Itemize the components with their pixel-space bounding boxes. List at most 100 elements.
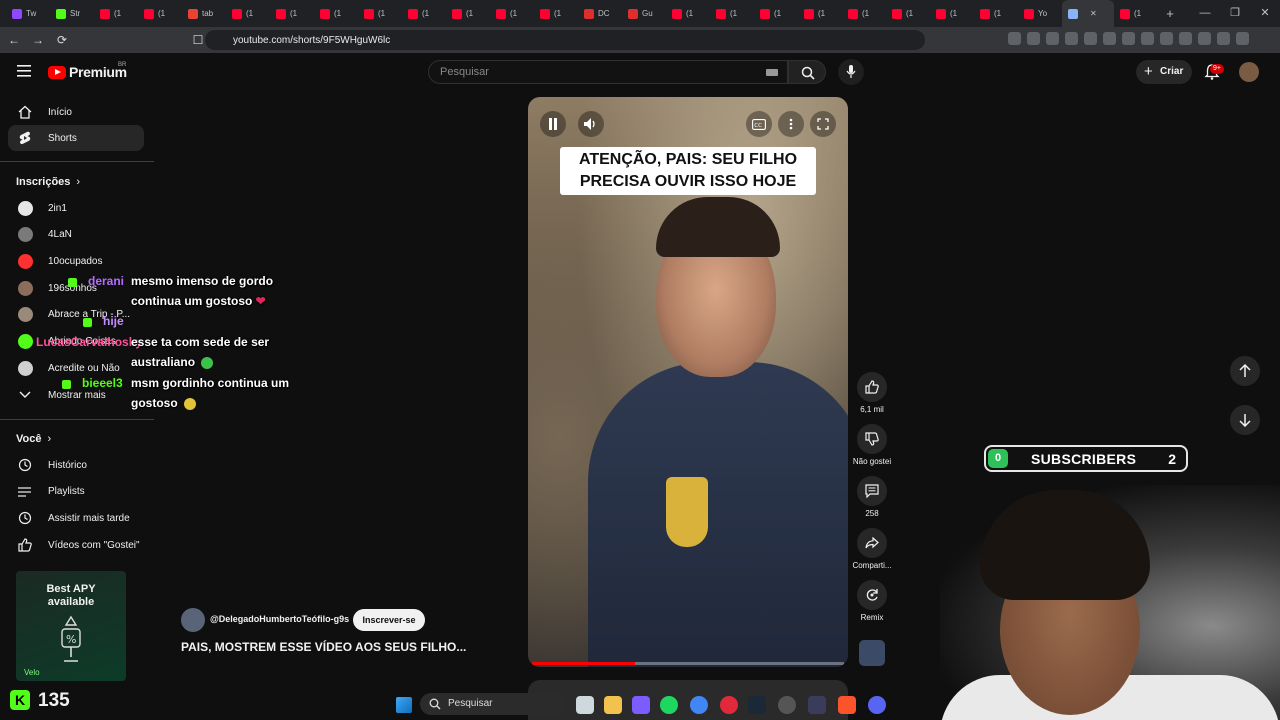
browser-tab[interactable]: (1	[974, 0, 1018, 27]
sidebar-item-home[interactable]: Início	[8, 99, 144, 125]
search-input[interactable]: Pesquisar	[428, 60, 788, 84]
browser-tab[interactable]: (1	[534, 0, 578, 27]
channel-avatar[interactable]	[181, 608, 205, 632]
brave-icon[interactable]	[838, 696, 856, 714]
task-view-icon[interactable]	[576, 696, 594, 714]
browser-tab[interactable]: (1	[666, 0, 710, 27]
address-bar[interactable]: youtube.com/shorts/9F5WHguW6lc	[205, 30, 925, 50]
volume-button[interactable]	[578, 111, 604, 137]
search-button[interactable]	[788, 60, 826, 84]
next-short-button[interactable]	[1230, 405, 1260, 435]
close-tab-icon[interactable]: ✕	[1090, 9, 1097, 18]
dislike-button[interactable]: Não gostei	[848, 424, 896, 466]
sidebar-item-subscription[interactable]: Acredite ou Não	[8, 355, 144, 381]
file-explorer-icon[interactable]	[604, 696, 622, 714]
app-icon[interactable]	[808, 696, 826, 714]
browser-tab[interactable]: Str	[50, 0, 94, 27]
subscribe-button[interactable]: Inscrever-se	[353, 609, 425, 631]
app-icon[interactable]	[778, 696, 796, 714]
browser-tab[interactable]: (1	[490, 0, 534, 27]
extension-icon[interactable]	[1179, 32, 1192, 45]
sidebar-item-show-more[interactable]: Mostrar mais	[8, 382, 144, 408]
browser-tab[interactable]: (1	[842, 0, 886, 27]
account-avatar[interactable]	[1239, 62, 1259, 82]
browser-tab[interactable]: (1	[270, 0, 314, 27]
steam-icon[interactable]	[748, 696, 766, 714]
sidebar-item-subscription[interactable]: 2in1	[8, 195, 144, 221]
video-progress-bar[interactable]	[532, 662, 844, 665]
pause-button[interactable]	[540, 111, 566, 137]
browser-tab-active[interactable]: ✕	[1062, 0, 1114, 27]
browser-tab[interactable]: (1	[886, 0, 930, 27]
fullscreen-button[interactable]	[810, 111, 836, 137]
extension-icon[interactable]	[1198, 32, 1211, 45]
extension-icon[interactable]	[1103, 32, 1116, 45]
more-options-button[interactable]	[778, 111, 804, 137]
browser-tab[interactable]: (1	[798, 0, 842, 27]
sidebar-item-subscription[interactable]: 4LaN	[8, 222, 144, 248]
back-icon[interactable]: ←	[4, 33, 24, 47]
extension-icon[interactable]	[1008, 32, 1021, 45]
browser-tab[interactable]: tab	[182, 0, 226, 27]
sidebar-item-history[interactable]: Histórico	[8, 452, 144, 478]
ad-banner[interactable]: Best APY available % Velo	[16, 571, 126, 681]
menu-icon[interactable]	[17, 64, 31, 82]
extension-icon[interactable]	[1160, 32, 1173, 45]
browser-tab[interactable]: Yo	[1018, 0, 1062, 27]
browser-tab[interactable]: (1	[358, 0, 402, 27]
browser-tab[interactable]: (1	[446, 0, 490, 27]
sidebar-item-like[interactable]: Vídeos com "Gostei"	[8, 532, 144, 558]
discord-icon[interactable]	[868, 696, 886, 714]
keyboard-icon[interactable]	[766, 69, 778, 76]
forward-icon[interactable]: →	[28, 33, 48, 47]
browser-tab[interactable]: (1	[930, 0, 974, 27]
browser-tab[interactable]: (1	[754, 0, 798, 27]
extension-icon[interactable]	[1065, 32, 1078, 45]
windows-start-icon[interactable]	[396, 697, 412, 713]
previous-short-button[interactable]	[1230, 356, 1260, 386]
browser-tab[interactable]: (1	[402, 0, 446, 27]
app-icon[interactable]	[632, 696, 650, 714]
sidebar-item-shorts[interactable]: Shorts	[8, 125, 144, 151]
extension-icon[interactable]	[1046, 32, 1059, 45]
spotify-icon[interactable]	[660, 696, 678, 714]
extension-icon[interactable]	[1122, 32, 1135, 45]
extension-icon[interactable]	[1217, 32, 1230, 45]
browser-tab[interactable]: (1	[710, 0, 754, 27]
extension-icon[interactable]	[1141, 32, 1154, 45]
short-video-player[interactable]: ATENÇÃO, PAIS: SEU FILHO PRECISA OUVIR I…	[528, 97, 848, 667]
reload-icon[interactable]: ⟳	[52, 33, 72, 47]
remix-button[interactable]: Remix	[848, 580, 896, 622]
short-title[interactable]: PAIS, MOSTREM ESSE VÍDEO AOS SEUS FILHO.…	[181, 640, 466, 654]
browser-tab[interactable]: (1	[226, 0, 270, 27]
minimize-icon[interactable]: —	[1190, 0, 1220, 27]
sidebar-item-playlists[interactable]: Playlists	[8, 479, 144, 505]
subscriptions-header[interactable]: Inscrições ›	[16, 176, 80, 188]
browser-tab[interactable]: Tw	[6, 0, 50, 27]
you-header[interactable]: Você ›	[16, 433, 51, 445]
voice-search-button[interactable]	[838, 59, 864, 85]
channel-handle[interactable]: @DelegadoHumbertoTeófilo-g9s	[210, 614, 349, 624]
like-button[interactable]: 6,1 mil	[848, 372, 896, 414]
sidebar-item-watch-later[interactable]: Assistir mais tarde	[8, 505, 144, 531]
captions-button[interactable]: CC	[746, 111, 772, 137]
share-button[interactable]: Comparti...	[848, 528, 896, 570]
youtube-logo-icon[interactable]	[48, 66, 66, 79]
new-tab-button[interactable]: +	[1158, 6, 1182, 21]
taskbar-search[interactable]: Pesquisar	[420, 693, 565, 715]
close-window-icon[interactable]: ✕	[1250, 0, 1280, 27]
comments-button[interactable]: 258	[848, 476, 896, 518]
channel-avatar-thumbnail[interactable]	[859, 640, 885, 666]
restore-icon[interactable]: ❐	[1220, 0, 1250, 27]
extension-icon[interactable]	[1084, 32, 1097, 45]
browser-tab[interactable]: (1	[314, 0, 358, 27]
extension-icon[interactable]	[1027, 32, 1040, 45]
chrome-icon[interactable]	[690, 696, 708, 714]
sidebar-item-subscription[interactable]: 10ocupados	[8, 248, 144, 274]
opera-icon[interactable]	[720, 696, 738, 714]
browser-tab[interactable]: (1	[94, 0, 138, 27]
browser-tab[interactable]: (1	[138, 0, 182, 27]
browser-tab[interactable]: (1	[1114, 0, 1158, 27]
browser-tab[interactable]: DC	[578, 0, 622, 27]
create-button[interactable]: + Criar	[1136, 60, 1192, 84]
